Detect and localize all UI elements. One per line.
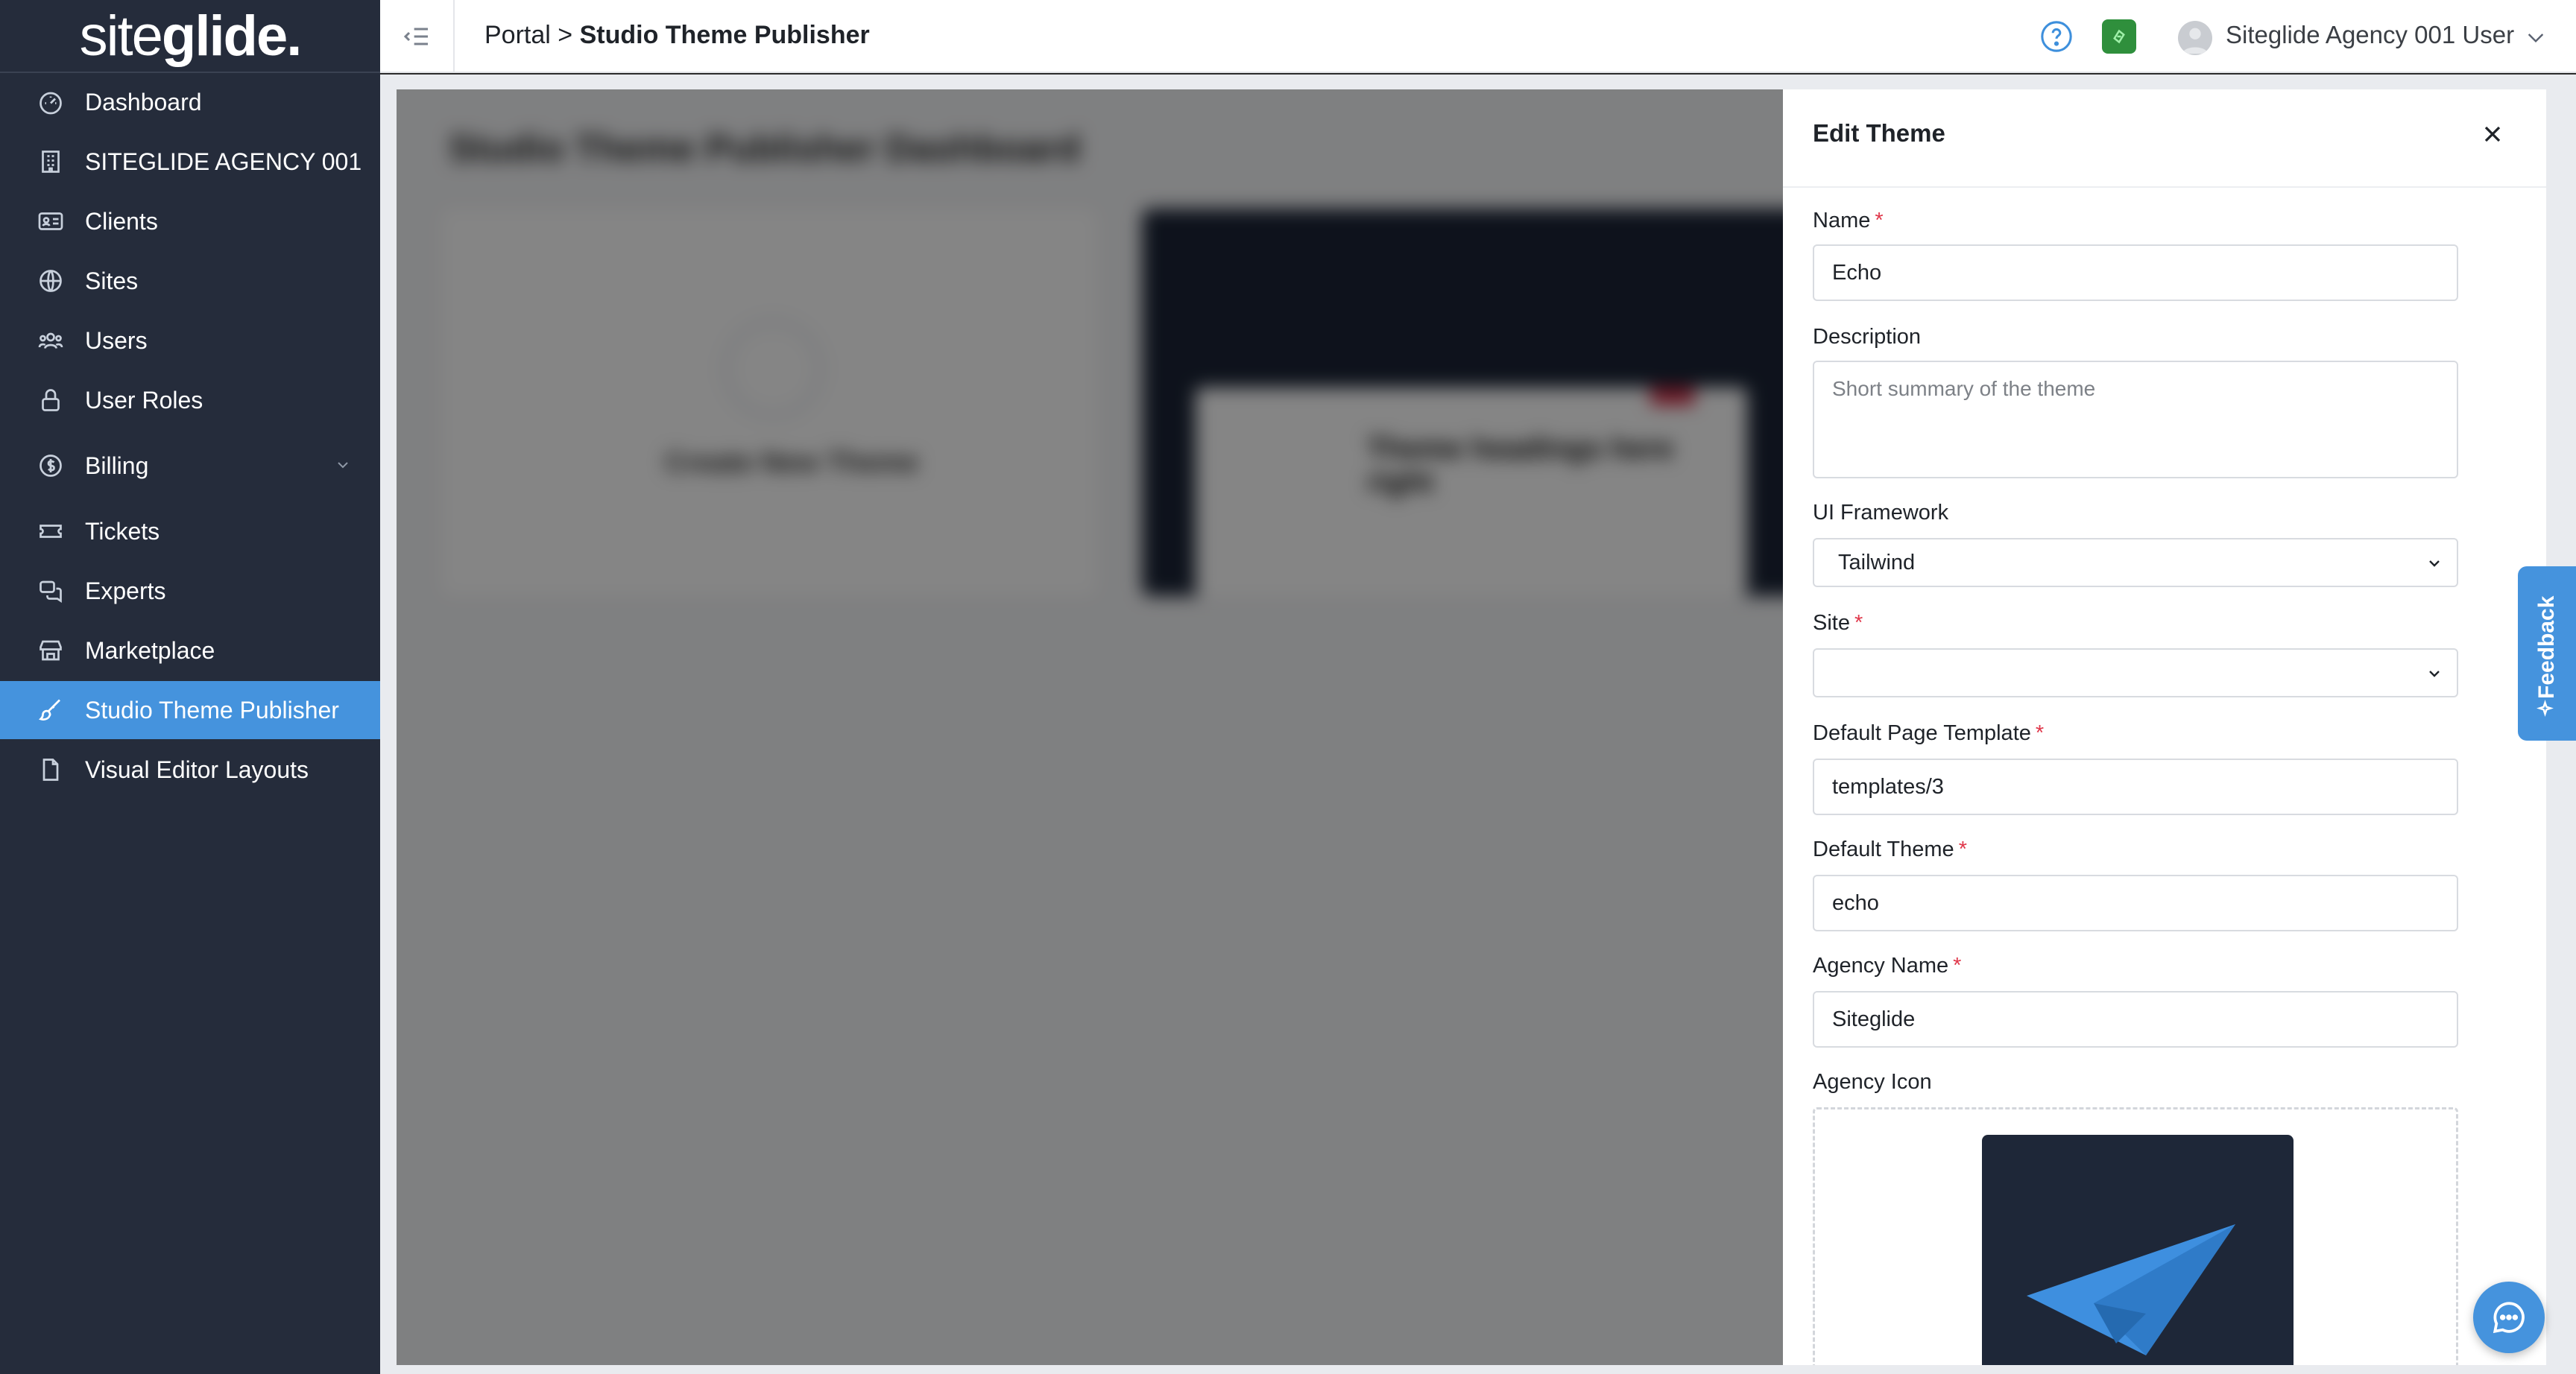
logo-prefix: site — [79, 4, 163, 68]
sidebar-item-user-roles[interactable]: User Roles — [0, 371, 380, 429]
paper-plane-icon — [2027, 1224, 2235, 1355]
sidebar-item-visual-editor-layouts[interactable]: Visual Editor Layouts — [0, 741, 380, 799]
chevron-down-icon[interactable] — [2524, 25, 2548, 49]
chat-launcher-button[interactable] — [2473, 1282, 2545, 1353]
collapse-menu-icon — [403, 28, 428, 45]
agency-icon-preview — [1982, 1135, 2294, 1365]
default-page-template-input[interactable] — [1813, 759, 2458, 815]
top-header: Portal > Studio Theme Publisher Siteglid… — [380, 0, 2576, 73]
sidebar-item-label: Tickets — [85, 517, 160, 545]
breadcrumb-root[interactable]: Portal — [484, 21, 551, 49]
site-label: Site * — [1813, 611, 1863, 635]
name-input[interactable] — [1813, 244, 2458, 301]
ticket-icon — [36, 516, 66, 546]
sidebar-item-experts[interactable]: Experts — [0, 562, 380, 620]
agency-icon-dropzone[interactable] — [1813, 1107, 2458, 1365]
chevron-down-icon — [2429, 671, 2440, 677]
sidebar-item-billing[interactable]: Billing — [0, 437, 380, 495]
users-icon — [36, 326, 66, 355]
close-button[interactable] — [2476, 118, 2509, 151]
avatar[interactable] — [2178, 21, 2212, 55]
edit-theme-panel: Edit Theme Name* Description UI Framewor… — [1783, 89, 2546, 1365]
name-label: Name * — [1813, 209, 1884, 232]
sidebar-item-label: Visual Editor Layouts — [85, 756, 309, 783]
feedback-tab[interactable]: Feedback — [2518, 566, 2576, 741]
sidebar-item-clients[interactable]: Clients — [0, 192, 380, 250]
breadcrumb-current: Studio Theme Publisher — [579, 21, 870, 49]
sidebar-item-label: Billing — [85, 452, 149, 479]
chevron-down-icon — [2429, 560, 2440, 567]
default-theme-label: Default Theme * — [1813, 838, 1967, 861]
sparkle-icon — [2536, 700, 2554, 717]
sidebar-item-sites[interactable]: Sites — [0, 252, 380, 310]
sidebar-item-studio-theme-publisher[interactable]: Studio Theme Publisher — [0, 681, 380, 739]
file-icon — [36, 755, 66, 785]
sidebar: siteglide. Dashboard SITEGLIDE AGENCY 00… — [0, 0, 380, 1374]
lock-icon — [36, 385, 66, 415]
logo-suffix: glide. — [161, 4, 302, 68]
chat-icon — [36, 576, 66, 606]
sidebar-item-marketplace[interactable]: Marketplace — [0, 621, 380, 680]
ui-framework-label: UI Framework — [1813, 501, 1949, 525]
default-theme-input[interactable] — [1813, 875, 2458, 931]
breadcrumb-separator: > — [558, 21, 573, 49]
globe-icon — [36, 266, 66, 296]
help-icon[interactable] — [2039, 19, 2074, 54]
sidebar-item-agency[interactable]: SITEGLIDE AGENCY 001 — [0, 133, 380, 191]
chevron-down-icon[interactable] — [334, 456, 352, 474]
sidebar-item-label: Marketplace — [85, 636, 215, 664]
siteglide-app-icon[interactable] — [2102, 19, 2136, 54]
dashboard-icon — [36, 87, 66, 117]
agency-name-label: Agency Name * — [1813, 954, 1962, 978]
dollar-icon — [36, 451, 66, 481]
chat-icon — [2493, 1302, 2525, 1334]
sidebar-item-dashboard[interactable]: Dashboard — [0, 73, 380, 131]
site-select[interactable] — [1813, 648, 2458, 697]
breadcrumb: Portal > Studio Theme Publisher — [484, 21, 870, 50]
sidebar-item-label: Experts — [85, 577, 166, 604]
panel-title: Edit Theme — [1813, 119, 1945, 147]
default-page-template-label: Default Page Template * — [1813, 721, 2045, 745]
sidebar-item-label: Studio Theme Publisher — [85, 696, 339, 724]
ui-framework-select[interactable]: Tailwind — [1813, 538, 2458, 587]
sidebar-item-users[interactable]: Users — [0, 311, 380, 370]
ui-framework-value: Tailwind — [1838, 551, 1916, 574]
agency-name-input[interactable] — [1813, 991, 2458, 1048]
brush-icon — [36, 695, 66, 725]
close-icon — [2484, 126, 2501, 142]
siteglide-logo[interactable]: siteglide. — [0, 0, 380, 73]
agency-icon-label: Agency Icon — [1813, 1070, 1932, 1094]
user-name[interactable]: Siteglide Agency 001 User — [2226, 21, 2514, 49]
sidebar-item-label: User Roles — [85, 386, 203, 414]
sidebar-item-label: Clients — [85, 207, 158, 235]
sidebar-item-tickets[interactable]: Tickets — [0, 502, 380, 560]
feedback-label: Feedback — [2534, 595, 2559, 699]
id-card-icon — [36, 206, 66, 236]
sidebar-item-label: Sites — [85, 267, 139, 294]
building-icon — [36, 147, 66, 177]
store-icon — [36, 636, 66, 665]
description-textarea[interactable] — [1813, 361, 2458, 478]
description-label: Description — [1813, 325, 1922, 349]
sidebar-toggle-button[interactable] — [380, 0, 455, 73]
sidebar-item-label: Dashboard — [85, 88, 202, 115]
sidebar-item-label: SITEGLIDE AGENCY 001 — [85, 148, 362, 175]
sidebar-item-label: Users — [85, 326, 148, 354]
